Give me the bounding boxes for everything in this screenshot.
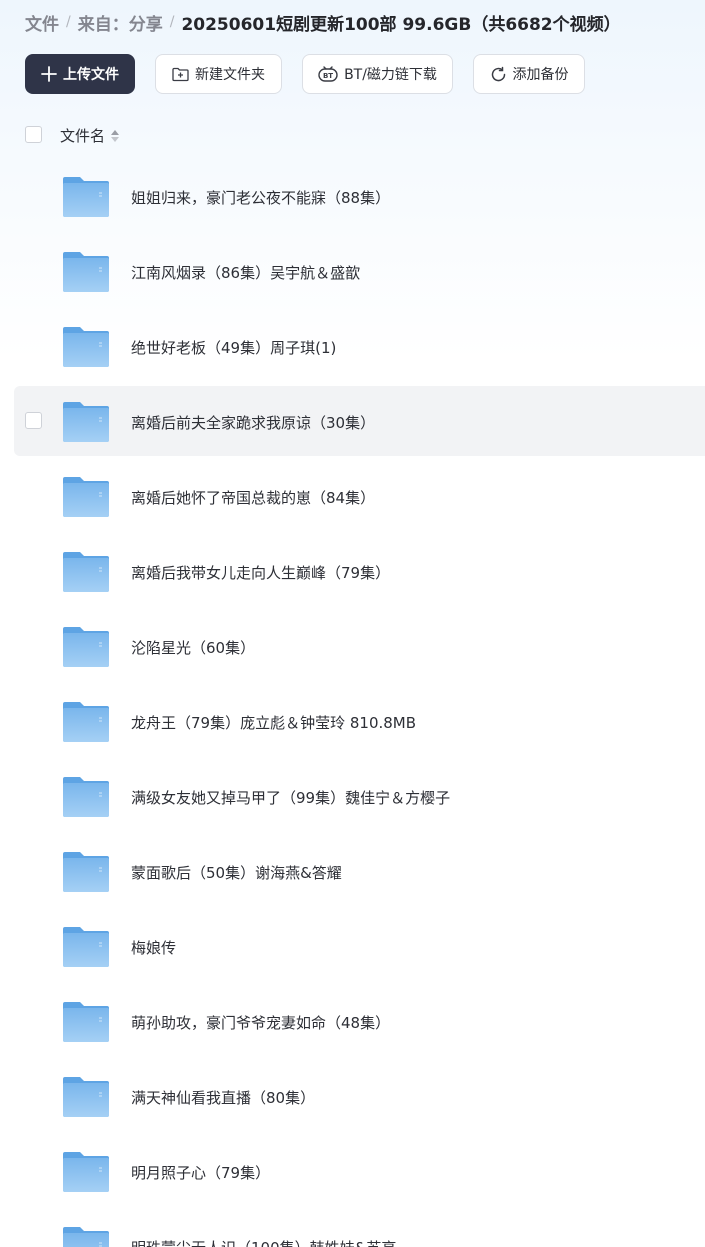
- folder-icon: [63, 325, 109, 367]
- file-name[interactable]: 满天神仙看我直播（80集）: [131, 1087, 315, 1108]
- table-row[interactable]: 龙舟王（79集）庞立彪＆钟莹玲 810.8MB: [0, 686, 705, 756]
- folder-icon: [63, 625, 109, 667]
- bt-icon: BT: [318, 66, 338, 82]
- file-name[interactable]: 姐姐归来，豪门老公夜不能寐（88集）: [131, 187, 390, 208]
- plus-icon: [41, 66, 57, 82]
- file-name[interactable]: 龙舟王（79集）庞立彪＆钟莹玲 810.8MB: [131, 712, 416, 733]
- table-row[interactable]: 离婚后我带女儿走向人生巅峰（79集）: [0, 536, 705, 606]
- bt-download-button-label: BT/磁力链下载: [344, 67, 437, 83]
- folder-icon: [63, 175, 109, 217]
- folder-icon: [63, 1225, 109, 1247]
- row-checkbox[interactable]: [25, 412, 42, 429]
- new-folder-button[interactable]: 新建文件夹: [155, 54, 282, 94]
- table-row[interactable]: 满级女友她又掉马甲了（99集）魏佳宁＆方樱子: [0, 761, 705, 831]
- table-row[interactable]: 离婚后前夫全家跪求我原谅（30集）: [0, 386, 705, 456]
- file-name[interactable]: 梅娘传: [131, 937, 176, 958]
- table-row[interactable]: 沦陷星光（60集）: [0, 611, 705, 681]
- folder-icon: [63, 250, 109, 292]
- breadcrumb-from[interactable]: 来自：分享: [78, 10, 163, 35]
- folder-icon: [63, 925, 109, 967]
- breadcrumb: 文件 / 来自：分享 / 20250601短剧更新100部 99.6GB（共66…: [25, 9, 621, 35]
- upload-button-label: 上传文件: [63, 67, 119, 83]
- folder-icon: [63, 1075, 109, 1117]
- file-name[interactable]: 沦陷星光（60集）: [131, 637, 255, 658]
- sync-icon: [490, 66, 507, 83]
- file-name[interactable]: 离婚后前夫全家跪求我原谅（30集）: [131, 412, 375, 433]
- folder-icon: [63, 550, 109, 592]
- file-name[interactable]: 满级女友她又掉马甲了（99集）魏佳宁＆方樱子: [131, 787, 450, 808]
- folder-icon: [63, 475, 109, 517]
- table-row[interactable]: 满天神仙看我直播（80集）: [0, 1061, 705, 1131]
- table-row[interactable]: 江南风烟录（86集）吴宇航＆盛歆: [0, 236, 705, 306]
- list-header: 文件名: [25, 124, 120, 145]
- table-row[interactable]: 明珠蒙尘无人识（100集）韩姝妹&苏亮: [0, 1211, 705, 1247]
- column-header-name-label: 文件名: [60, 127, 106, 145]
- file-name[interactable]: 江南风烟录（86集）吴宇航＆盛歆: [131, 262, 360, 283]
- table-row[interactable]: 绝世好老板（49集）周子琪(1): [0, 311, 705, 381]
- bt-download-button[interactable]: BT BT/磁力链下载: [302, 54, 453, 94]
- breadcrumb-root[interactable]: 文件: [25, 10, 59, 35]
- new-folder-button-label: 新建文件夹: [195, 67, 265, 83]
- folder-icon: [63, 700, 109, 742]
- table-row[interactable]: 明月照子心（79集）: [0, 1136, 705, 1206]
- select-all-checkbox[interactable]: [25, 125, 42, 143]
- sort-icon[interactable]: [111, 129, 120, 142]
- file-name[interactable]: 离婚后她怀了帝国总裁的崽（84集）: [131, 487, 375, 508]
- file-name[interactable]: 萌孙助攻，豪门爷爷宠妻如命（48集）: [131, 1012, 390, 1033]
- folder-icon: [63, 400, 109, 442]
- breadcrumb-separator: /: [66, 14, 71, 30]
- folder-icon: [63, 850, 109, 892]
- breadcrumb-separator: /: [169, 14, 175, 30]
- file-name[interactable]: 离婚后我带女儿走向人生巅峰（79集）: [131, 562, 390, 583]
- table-row[interactable]: 萌孙助攻，豪门爷爷宠妻如命（48集）: [0, 986, 705, 1056]
- add-backup-button[interactable]: 添加备份: [473, 54, 585, 94]
- column-header-name[interactable]: 文件名: [60, 125, 120, 146]
- table-row[interactable]: 离婚后她怀了帝国总裁的崽（84集）: [0, 461, 705, 531]
- upload-button[interactable]: 上传文件: [25, 54, 135, 94]
- folder-icon: [63, 1150, 109, 1192]
- table-row[interactable]: 梅娘传: [0, 911, 705, 981]
- folder-icon: [63, 1000, 109, 1042]
- breadcrumb-current: 20250601短剧更新100部 99.6GB（共6682个视频）: [181, 14, 621, 35]
- table-row[interactable]: 蒙面歌后（50集）谢海燕&答耀: [0, 836, 705, 906]
- file-name[interactable]: 蒙面歌后（50集）谢海燕&答耀: [131, 862, 342, 883]
- svg-text:BT: BT: [323, 72, 333, 80]
- folder-icon: [63, 775, 109, 817]
- add-backup-button-label: 添加备份: [512, 67, 569, 83]
- table-row[interactable]: 姐姐归来，豪门老公夜不能寐（88集）: [0, 161, 705, 231]
- file-name[interactable]: 绝世好老板（49集）周子琪(1): [131, 337, 336, 358]
- file-name[interactable]: 明月照子心（79集）: [131, 1162, 270, 1183]
- file-name[interactable]: 明珠蒙尘无人识（100集）韩姝妹&苏亮: [131, 1237, 396, 1247]
- folder-plus-icon: [172, 67, 189, 82]
